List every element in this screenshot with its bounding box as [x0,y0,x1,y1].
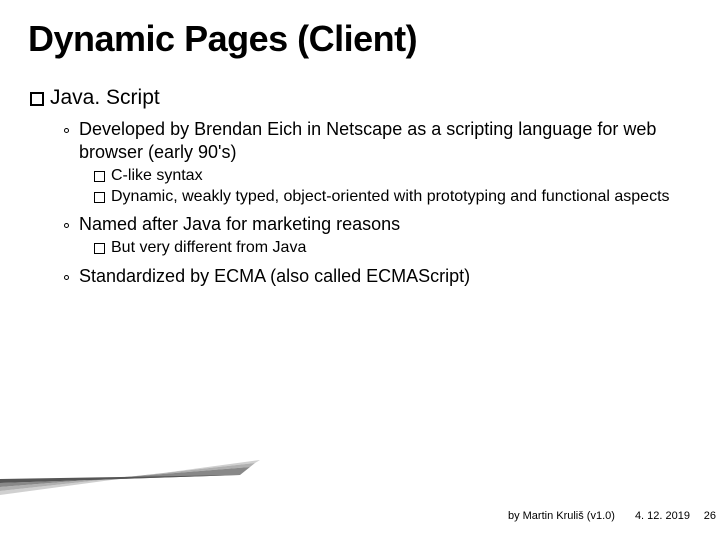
page-title: Dynamic Pages (Client) [0,0,720,60]
square-bullet-icon [94,192,105,203]
sub-list: Developed by Brendan Eich in Netscape as… [30,118,690,288]
subsub-list: But very different from Java [64,238,690,258]
subsub-text: Dynamic, weakly typed, object-oriented w… [111,187,670,207]
footer: by Martin Kruliš (v1.0) 4. 12. 2019 [508,510,690,522]
circle-bullet-icon [64,275,69,280]
sub-text: Standardized by ECMA (also called ECMASc… [79,265,470,288]
page-number: 26 [704,510,716,522]
footer-date: 4. 12. 2019 [635,510,690,522]
subsub-list: C-like syntax Dynamic, weakly typed, obj… [64,166,690,207]
circle-bullet-icon [64,128,69,133]
square-bullet-icon [94,243,105,254]
sub-text: Developed by Brendan Eich in Netscape as… [79,118,690,164]
subsub-text: But very different from Java [111,238,306,258]
square-bullet-icon [94,171,105,182]
sub-text: Named after Java for marketing reasons [79,213,400,236]
content-area: Java. Script Developed by Brendan Eich i… [0,60,720,288]
sub-item: Named after Java for marketing reasons [64,213,690,236]
footer-author: by Martin Kruliš (v1.0) [508,510,615,522]
square-bullet-icon [30,92,44,106]
sub-item: Developed by Brendan Eich in Netscape as… [64,118,690,164]
subsub-item: Dynamic, weakly typed, object-oriented w… [94,187,690,207]
subsub-item: But very different from Java [94,238,690,258]
circle-bullet-icon [64,223,69,228]
sub-item: Standardized by ECMA (also called ECMASc… [64,265,690,288]
topic-heading-text: Java. Script [50,86,160,110]
corner-decoration [0,455,260,495]
subsub-item: C-like syntax [94,166,690,186]
topic-heading: Java. Script [30,86,690,110]
subsub-text: C-like syntax [111,166,203,186]
